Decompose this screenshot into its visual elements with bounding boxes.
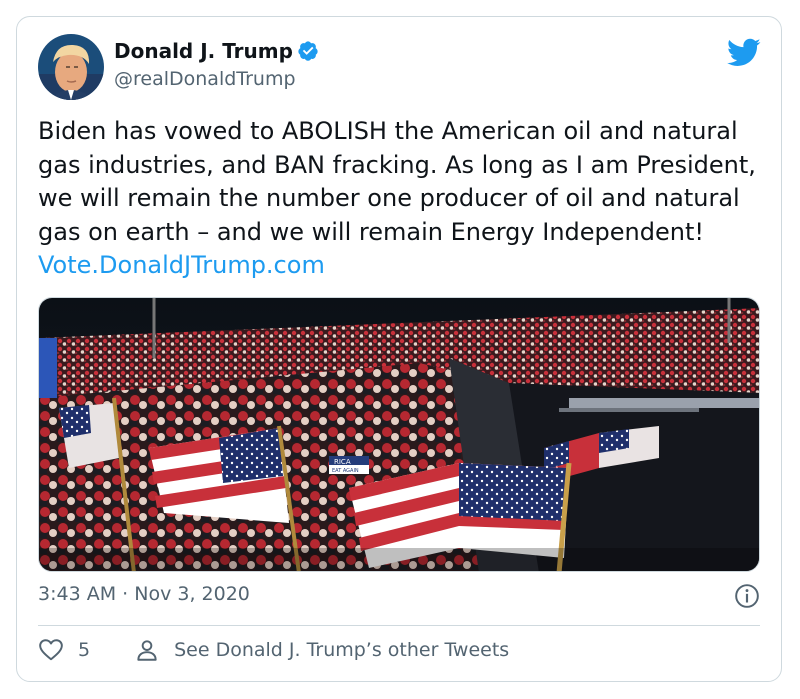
tweet-text: Biden has vowed to ABOLISH the American …: [38, 115, 768, 283]
person-icon: [137, 640, 157, 661]
heart-icon: [39, 639, 63, 661]
other-tweets-label[interactable]: See Donald J. Trump’s other Tweets: [174, 639, 509, 661]
tweet-timestamp[interactable]: 3:43 AM · Nov 3, 2020: [38, 583, 250, 605]
info-icon[interactable]: [734, 583, 760, 609]
divider: [38, 625, 760, 626]
author-display-name[interactable]: Donald J. Trump: [114, 39, 319, 63]
tweet-date[interactable]: Nov 3, 2020: [134, 583, 250, 605]
tweet-actions: 5 See Donald J. Trump’s other Tweets: [38, 637, 509, 663]
tweet-photo[interactable]: RICA EAT AGAIN: [38, 297, 760, 572]
sign-text-2: EAT AGAIN: [332, 468, 359, 474]
embedded-tweet-card[interactable]: Donald J. Trump @realDonaldTrump Biden h…: [16, 16, 782, 682]
author-handle[interactable]: @realDonaldTrump: [114, 68, 296, 90]
sign-text-1: RICA: [334, 458, 351, 466]
tweet-time[interactable]: 3:43 AM: [38, 583, 116, 605]
verified-badge-icon: [298, 41, 318, 61]
timestamp-separator: ·: [122, 583, 129, 605]
twitter-bird-icon[interactable]: [727, 37, 761, 67]
tweet-link[interactable]: Vote.DonaldJTrump.com: [38, 251, 325, 279]
author-name-text[interactable]: Donald J. Trump: [114, 39, 293, 63]
tweet-body: Biden has vowed to ABOLISH the American …: [38, 117, 756, 246]
like-button[interactable]: 5: [38, 637, 90, 663]
like-count: 5: [78, 639, 91, 661]
other-tweets-link[interactable]: See Donald J. Trump’s other Tweets: [134, 637, 509, 663]
author-avatar[interactable]: [38, 34, 104, 100]
